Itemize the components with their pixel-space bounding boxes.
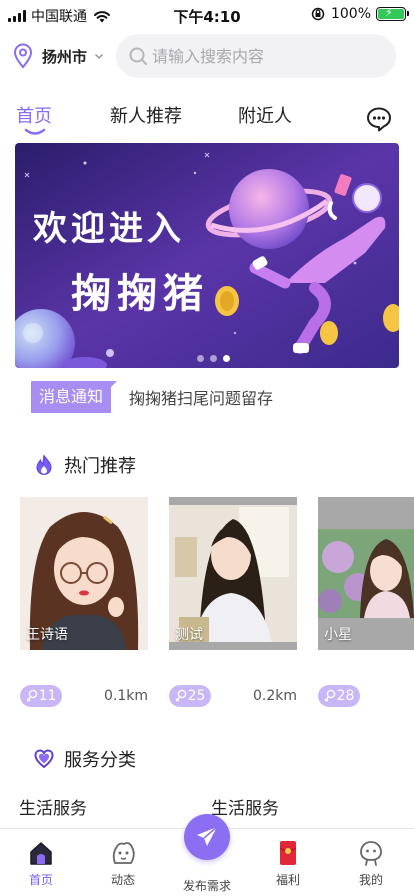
status-bar: 中国联通 下午4:10 100% ⚡ bbox=[0, 0, 414, 30]
tab-new-recommend[interactable]: 新人推荐 bbox=[110, 102, 182, 128]
distance-label: 0.1km bbox=[103, 688, 148, 704]
carousel-dot[interactable] bbox=[197, 355, 204, 362]
card-name: 王诗语 bbox=[26, 627, 68, 643]
hot-section-title: 热门推荐 bbox=[64, 456, 136, 477]
search-icon bbox=[129, 47, 147, 65]
profile-photo: 测试 bbox=[169, 497, 297, 650]
tab-home[interactable]: 首页 bbox=[16, 102, 52, 128]
nav-label: 首页 bbox=[28, 873, 53, 887]
profile-photo: 王诗语 bbox=[20, 497, 148, 650]
status-right: 100% ⚡ bbox=[311, 6, 409, 22]
top-tabs: 首页 新人推荐 附近人 bbox=[0, 98, 414, 142]
service-section-title: 服务分类 bbox=[64, 750, 136, 771]
nav-moments[interactable]: 动态 bbox=[93, 839, 153, 888]
heart-icon bbox=[34, 749, 54, 769]
hot-cards: 王诗语 11 0.1km 测试 25 0.2km 小星 28 bbox=[20, 497, 414, 717]
profile-card[interactable]: 测试 25 0.2km bbox=[169, 497, 297, 709]
age-badge: 25 bbox=[169, 685, 211, 707]
home-icon bbox=[30, 842, 52, 865]
age-badge: 28 bbox=[318, 685, 360, 707]
profile-card[interactable]: 王诗语 11 0.1km bbox=[20, 497, 148, 709]
battery-icon: ⚡ bbox=[376, 7, 409, 21]
city-label: 扬州市 bbox=[42, 47, 88, 66]
age-value: 25 bbox=[187, 688, 206, 704]
battery-percent: 100% bbox=[330, 6, 371, 22]
card-meta: 28 bbox=[318, 685, 414, 709]
notice-text[interactable]: 掬掬猪扫尾问题留存 bbox=[129, 385, 273, 409]
card-meta: 25 0.2km bbox=[169, 685, 297, 709]
service-category-item[interactable]: 生活服务 bbox=[211, 794, 279, 819]
header: 扬州市 bbox=[0, 34, 414, 80]
age-badge: 11 bbox=[20, 685, 62, 707]
service-section-header: 服务分类 bbox=[34, 746, 136, 772]
location-selector[interactable]: 扬州市 bbox=[12, 40, 105, 72]
banner-carousel[interactable]: 欢迎进入 掬掬猪 bbox=[15, 143, 399, 368]
notice-tag: 消息通知 bbox=[31, 381, 118, 413]
paper-plane-icon bbox=[197, 826, 218, 846]
location-pin-icon bbox=[13, 43, 33, 69]
carousel-dots bbox=[197, 355, 230, 362]
female-icon bbox=[26, 689, 37, 702]
nav-home[interactable]: 首页 bbox=[11, 839, 71, 888]
card-meta: 11 0.1km bbox=[20, 685, 148, 709]
profile-photo: 小星 bbox=[318, 497, 414, 650]
nav-label: 福利 bbox=[275, 873, 300, 887]
carousel-dot[interactable] bbox=[210, 355, 217, 362]
card-name: 测试 bbox=[175, 627, 203, 643]
notice-bar[interactable]: 消息通知 掬掬猪扫尾问题留存 bbox=[31, 381, 273, 413]
profile-card[interactable]: 小星 28 bbox=[318, 497, 414, 709]
moments-icon bbox=[112, 842, 135, 864]
publish-button[interactable] bbox=[184, 814, 230, 860]
profile-icon bbox=[360, 841, 382, 866]
tab-active-indicator bbox=[24, 128, 46, 135]
age-value: 11 bbox=[38, 688, 57, 704]
female-icon bbox=[175, 689, 186, 702]
bottom-nav: 首页 动态 发布需求 福利 我的 bbox=[0, 814, 414, 896]
age-value: 28 bbox=[336, 688, 355, 704]
search-input[interactable] bbox=[152, 46, 382, 66]
chat-bubble-icon[interactable] bbox=[366, 106, 392, 132]
nav-welfare[interactable]: 福利 bbox=[258, 839, 318, 888]
carousel-dot-active[interactable] bbox=[223, 355, 230, 362]
tab-nearby[interactable]: 附近人 bbox=[238, 102, 292, 128]
female-icon bbox=[324, 689, 335, 702]
nav-label: 我的 bbox=[358, 873, 383, 887]
banner-illustration bbox=[15, 143, 399, 368]
hot-section-header: 热门推荐 bbox=[34, 452, 136, 478]
card-name: 小星 bbox=[324, 627, 352, 643]
chevron-down-icon bbox=[94, 53, 104, 60]
red-envelope-icon bbox=[279, 841, 297, 865]
service-category-item[interactable]: 生活服务 bbox=[19, 794, 87, 819]
banner-title-line2: 掬掬猪 bbox=[71, 270, 209, 317]
publish-label: 发布需求 bbox=[182, 879, 231, 893]
banner-title-line1: 欢迎进入 bbox=[33, 209, 185, 249]
nav-profile[interactable]: 我的 bbox=[341, 839, 401, 888]
flame-icon bbox=[36, 454, 52, 475]
nav-label: 动态 bbox=[110, 873, 135, 887]
distance-label: 0.2km bbox=[252, 688, 297, 704]
orientation-lock-icon bbox=[311, 7, 325, 21]
search-bar[interactable] bbox=[116, 34, 396, 78]
